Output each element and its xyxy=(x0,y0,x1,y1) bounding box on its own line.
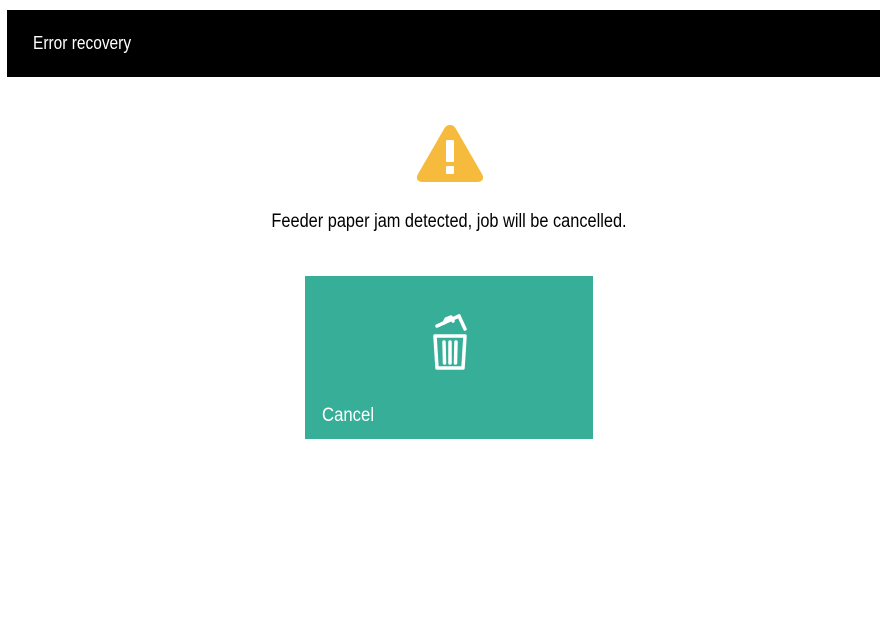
cancel-button-label: Cancel xyxy=(322,405,375,426)
error-message: Feeder paper jam detected, job will be c… xyxy=(271,211,627,232)
error-recovery-screen: Error recovery Feeder paper jam detected… xyxy=(0,0,880,617)
page-title: Error recovery xyxy=(33,33,132,53)
cancel-button[interactable]: Cancel xyxy=(305,276,593,439)
warning-triangle-icon xyxy=(416,125,484,182)
trash-icon xyxy=(433,314,467,370)
header-bar: Error recovery xyxy=(7,10,880,77)
